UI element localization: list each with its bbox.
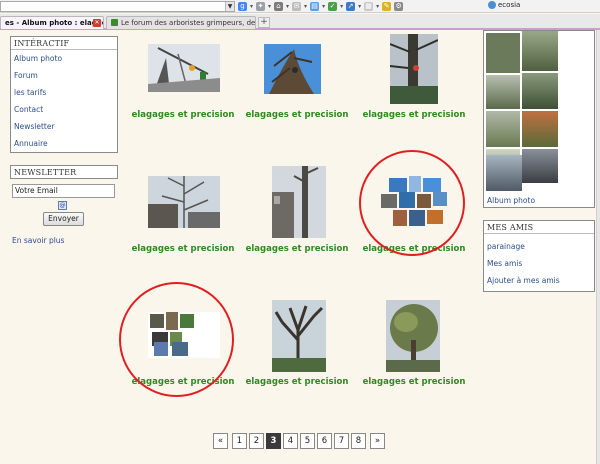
spellcheck-icon[interactable]: ✓: [328, 2, 338, 11]
trunk-climber-photo[interactable]: [390, 34, 438, 104]
menu-annuaire[interactable]: Annuaire: [11, 135, 117, 152]
send-button[interactable]: Envoyer: [43, 212, 84, 226]
newsletter-title: NEWSLETTER: [10, 165, 118, 179]
page-8[interactable]: 8: [351, 433, 366, 449]
highlight-circle-small-collage: [119, 282, 234, 397]
new-tab-button[interactable]: +: [258, 17, 270, 28]
photo-caption-8[interactable]: elagages et precision: [238, 377, 356, 387]
page-1[interactable]: 1: [232, 433, 247, 449]
settings-icon[interactable]: ⚙: [394, 2, 404, 11]
ecosia-button[interactable]: ecosia: [488, 1, 520, 9]
album-thumbs-box: Album photo: [483, 30, 595, 208]
print-icon[interactable]: ▤: [310, 2, 320, 11]
address-bar[interactable]: ▼: [0, 1, 235, 12]
page-3-current[interactable]: 3: [266, 433, 281, 449]
album-thumb-4[interactable]: [522, 73, 558, 109]
photo-caption-2[interactable]: elagages et precision: [238, 110, 356, 120]
crane-climber-photo[interactable]: [148, 44, 220, 92]
photo-caption-9[interactable]: elagages et precision: [355, 377, 473, 387]
menu-album-photo[interactable]: Album photo: [11, 50, 117, 67]
menu-forum[interactable]: Forum: [11, 67, 117, 84]
photo-caption-1[interactable]: elagages et precision: [124, 110, 242, 120]
page-icon[interactable]: ▦: [364, 2, 374, 11]
page-2[interactable]: 2: [249, 433, 264, 449]
mes-amis-title: MES AMIS: [484, 221, 594, 234]
parainage-link[interactable]: parainage: [487, 242, 525, 251]
album-thumb-8[interactable]: [522, 149, 558, 183]
page-7[interactable]: 7: [334, 433, 349, 449]
album-thumb-6[interactable]: [522, 111, 558, 147]
page-scrollbar[interactable]: [596, 30, 600, 464]
bare-tree-photo[interactable]: [272, 300, 326, 372]
google-icon[interactable]: g: [238, 2, 247, 11]
house-tree-photo[interactable]: [148, 176, 220, 228]
album-thumb-1[interactable]: [486, 33, 520, 73]
page-5[interactable]: 5: [300, 433, 315, 449]
next-page-button[interactable]: »: [370, 433, 385, 449]
ecosia-icon: [488, 1, 496, 9]
album-thumb-9[interactable]: [486, 155, 522, 191]
menu-newsletter[interactable]: Newsletter: [11, 118, 117, 135]
mes-amis-link[interactable]: Mes amis: [487, 259, 522, 268]
newsletter-box: NEWSLETTER Votre Email @ Envoyer En savo…: [10, 165, 118, 251]
tab-bar: es - Album photo : elague... ✕ Le forum d…: [0, 14, 600, 30]
highlight-circle-collage: [359, 150, 465, 256]
share-icon[interactable]: ↗: [346, 2, 356, 11]
pencil-icon[interactable]: ✎: [382, 2, 392, 11]
close-tab-icon[interactable]: ✕: [93, 19, 101, 27]
toolbar-icons: g ▾ ✦ ▾ ⌂ ▾ ✉ ▾ ▤ ▾ ✓ ▾ ↗ ▾ ▦ ▾ ✎ ⚙: [238, 1, 404, 12]
email-field[interactable]: Votre Email: [12, 184, 115, 198]
forum-favicon-icon: [111, 19, 118, 26]
menu-contact[interactable]: Contact: [11, 101, 117, 118]
green-tree-photo[interactable]: [386, 300, 440, 372]
page-4[interactable]: 4: [283, 433, 298, 449]
tab-album-photo[interactable]: es - Album photo : elague... ✕: [0, 16, 104, 29]
interactif-box: INTÉRACTIF Album photo Forum les tarifs …: [10, 36, 118, 153]
photo-caption-5[interactable]: elagages et precision: [238, 244, 356, 254]
album-thumb-2[interactable]: [522, 31, 558, 71]
tall-trunk-photo[interactable]: [272, 166, 326, 238]
address-dropdown-icon[interactable]: ▼: [225, 2, 234, 11]
menu-tarifs[interactable]: les tarifs: [11, 84, 117, 101]
sky-climber-photo[interactable]: [264, 44, 321, 94]
more-info-link[interactable]: En savoir plus: [12, 236, 64, 245]
interactif-title: INTÉRACTIF: [11, 37, 117, 50]
mes-amis-box: MES AMIS parainage Mes amis Ajouter à me…: [483, 220, 595, 292]
album-thumb-5[interactable]: [486, 111, 520, 147]
right-album-photo-link[interactable]: Album photo: [487, 196, 535, 205]
bookmark-icon[interactable]: ✦: [256, 2, 266, 11]
photo-caption-3[interactable]: elagages et precision: [355, 110, 473, 120]
newsletter-small-icon[interactable]: @: [58, 201, 67, 210]
browser-toolbar: ▼ g ▾ ✦ ▾ ⌂ ▾ ✉ ▾ ▤ ▾ ✓ ▾ ↗ ▾ ▦ ▾ ✎ ⚙ ecosia: [0, 0, 600, 13]
home-icon[interactable]: ⌂: [274, 2, 284, 11]
mail-icon[interactable]: ✉: [292, 2, 302, 11]
album-thumb-3[interactable]: [486, 75, 520, 109]
prev-page-button[interactable]: «: [213, 433, 228, 449]
tab-forum[interactable]: Le forum des arboristes grimpeurs, des..…: [106, 16, 256, 29]
photo-caption-4[interactable]: elagages et precision: [124, 244, 242, 254]
ajouter-amis-link[interactable]: Ajouter à mes amis: [487, 276, 560, 285]
page-6[interactable]: 6: [317, 433, 332, 449]
